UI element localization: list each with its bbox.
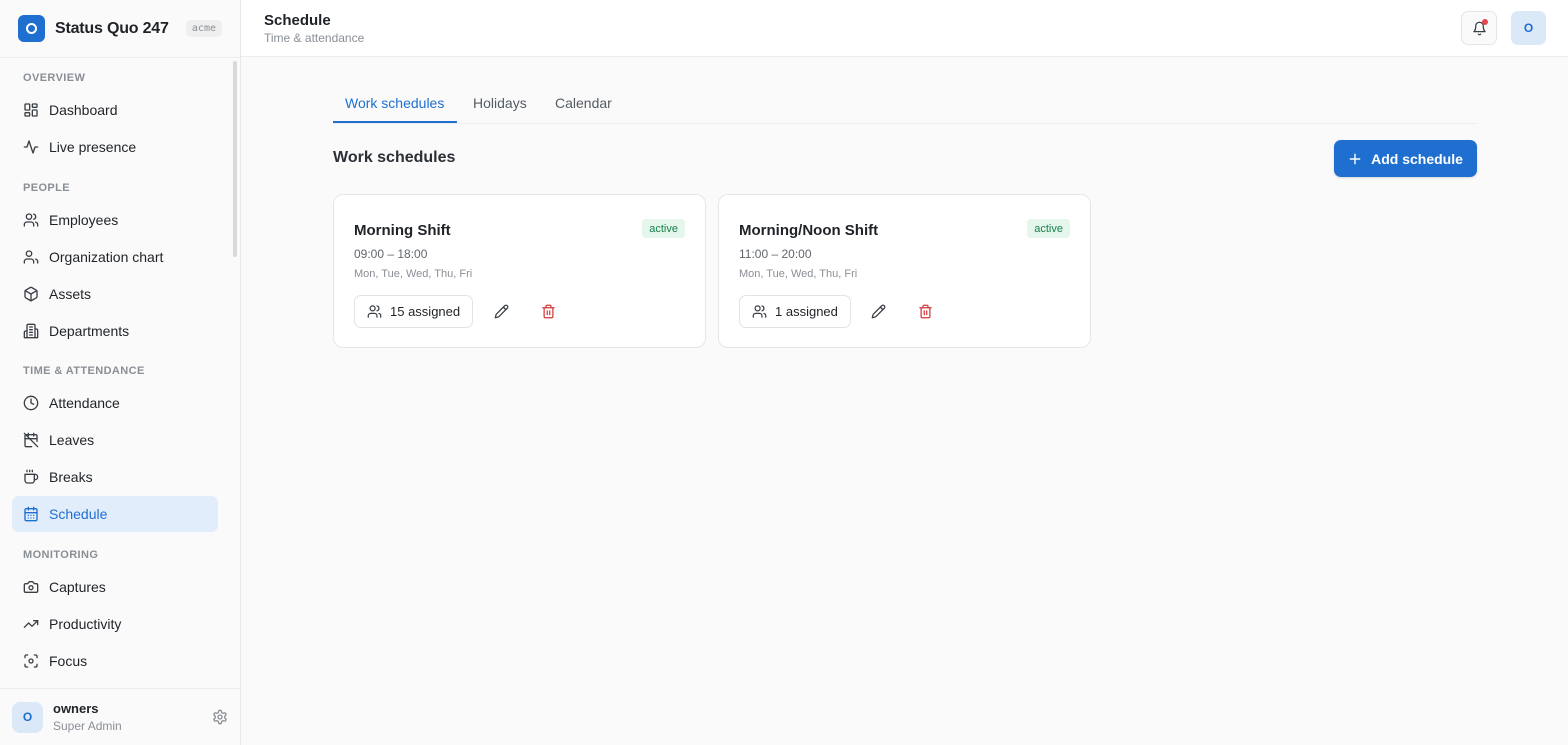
calendar-off-icon (23, 432, 39, 448)
sidebar-item-label: Captures (49, 579, 106, 595)
sidebar-item-leaves[interactable]: Leaves (12, 422, 218, 458)
delete-button[interactable] (539, 302, 557, 320)
assigned-button[interactable]: 1 assigned (739, 295, 851, 328)
add-schedule-label: Add schedule (1371, 150, 1463, 167)
sidebar-item-label: Organization chart (49, 249, 164, 265)
assigned-count: 15 assigned (390, 304, 461, 319)
sidebar-item-label: Attendance (49, 395, 120, 411)
gear-icon[interactable] (212, 709, 228, 725)
camera-icon (23, 581, 39, 593)
users-icon (367, 305, 382, 318)
sidebar-item-employees[interactable]: Employees (12, 202, 218, 238)
section-title-monitoring: MONITORING (23, 549, 99, 561)
sidebar-item-label: Live presence (49, 139, 137, 155)
trending-up-icon (23, 620, 39, 628)
box-icon (24, 286, 38, 302)
section-title-time-attendance: TIME & ATTENDANCE (23, 365, 145, 377)
pencil-icon (494, 304, 508, 318)
sidebar-item-label: Dashboard (49, 102, 118, 118)
edit-button[interactable] (492, 302, 510, 320)
dashboard-icon (24, 103, 38, 117)
schedule-time: 09:00 – 18:00 (354, 247, 428, 261)
sidebar-item-attendance[interactable]: Attendance (12, 385, 218, 421)
schedule-card: Morning/Noon Shift active 11:00 – 20:00 … (718, 194, 1091, 348)
active-tab-indicator (333, 121, 457, 123)
sidebar-scrollbar[interactable] (233, 61, 237, 257)
edit-button[interactable] (869, 302, 887, 320)
pencil-icon (871, 304, 885, 318)
sidebar-nav: OVERVIEW Dashboard Live presence PEOPLE … (0, 57, 240, 688)
tab-work-schedules[interactable]: Work schedules (345, 95, 444, 111)
user-role: Super Admin (53, 719, 122, 733)
tab-bar: Work schedules Holidays Calendar (333, 90, 1477, 124)
clock-icon (23, 395, 39, 411)
status-badge: active (1027, 219, 1070, 238)
focus-icon (24, 654, 38, 668)
status-badge: active (642, 219, 685, 238)
sidebar-item-label: Productivity (49, 616, 122, 632)
plus-icon (1349, 153, 1361, 164)
users-icon (23, 213, 39, 227)
users-icon (752, 305, 767, 318)
sidebar-item-label: Focus (49, 653, 88, 669)
sidebar-item-assets[interactable]: Assets (12, 276, 218, 312)
delete-button[interactable] (916, 302, 934, 320)
org-chart-icon (23, 250, 39, 264)
sidebar-item-productivity[interactable]: Productivity (12, 606, 218, 642)
avatar: O (12, 701, 43, 733)
top-bar: Schedule Time & attendance O (241, 0, 1568, 57)
sidebar-item-label: Departments (49, 323, 130, 339)
workspace-tag: acme (185, 20, 222, 37)
building-icon (23, 323, 39, 339)
sidebar-item-label: Breaks (49, 469, 93, 485)
brand-name: Status Quo 247 (55, 19, 169, 37)
sidebar-item-live-presence[interactable]: Live presence (12, 129, 218, 165)
activity-icon (23, 140, 39, 154)
assigned-button[interactable]: 15 assigned (354, 295, 474, 328)
sidebar-item-label: Employees (49, 212, 119, 228)
brand-logo (18, 15, 45, 42)
calendar-icon (24, 506, 38, 522)
schedule-name: Morning/Noon Shift (739, 222, 879, 239)
sidebar-item-organization-chart[interactable]: Organization chart (12, 239, 218, 275)
coffee-icon (24, 469, 39, 484)
account-avatar-button[interactable]: O (1511, 11, 1546, 45)
sidebar-item-label: Assets (49, 286, 92, 302)
sidebar-item-focus[interactable]: Focus (12, 643, 218, 679)
sidebar-item-dashboard[interactable]: Dashboard (12, 92, 218, 128)
schedule-time: 11:00 – 20:00 (739, 247, 812, 261)
schedule-card: Morning Shift active 09:00 – 18:00 Mon, … (333, 194, 706, 348)
schedule-days: Mon, Tue, Wed, Thu, Fri (739, 268, 858, 280)
page-title: Schedule (264, 12, 331, 29)
assigned-count: 1 assigned (775, 304, 838, 319)
tab-calendar[interactable]: Calendar (555, 95, 612, 111)
section-title-overview: OVERVIEW (23, 72, 86, 84)
notification-dot (1482, 19, 1488, 25)
section-heading: Work schedules (333, 149, 456, 166)
page-subtitle: Time & attendance (264, 31, 365, 45)
sidebar-item-schedule[interactable]: Schedule (12, 496, 218, 532)
sidebar-item-departments[interactable]: Departments (12, 313, 218, 349)
section-title-people: PEOPLE (23, 182, 71, 194)
brand[interactable]: Status Quo 247 acme (0, 0, 240, 57)
sidebar-item-captures[interactable]: Captures (12, 569, 218, 605)
tab-holidays[interactable]: Holidays (473, 95, 527, 111)
notifications-button[interactable] (1461, 11, 1497, 45)
sidebar: Status Quo 247 acme OVERVIEW Dashboard L… (0, 0, 241, 745)
user-profile[interactable]: O owners Super Admin (0, 688, 240, 745)
trash-icon (541, 304, 555, 318)
schedule-name: Morning Shift (354, 222, 451, 239)
sidebar-item-label: Leaves (49, 432, 95, 448)
user-name: owners (53, 701, 99, 716)
add-schedule-button[interactable]: Add schedule (1334, 140, 1477, 177)
trash-icon (918, 304, 932, 318)
schedule-days: Mon, Tue, Wed, Thu, Fri (354, 268, 473, 280)
sidebar-item-label: Schedule (49, 506, 108, 522)
sidebar-item-breaks[interactable]: Breaks (12, 459, 218, 495)
